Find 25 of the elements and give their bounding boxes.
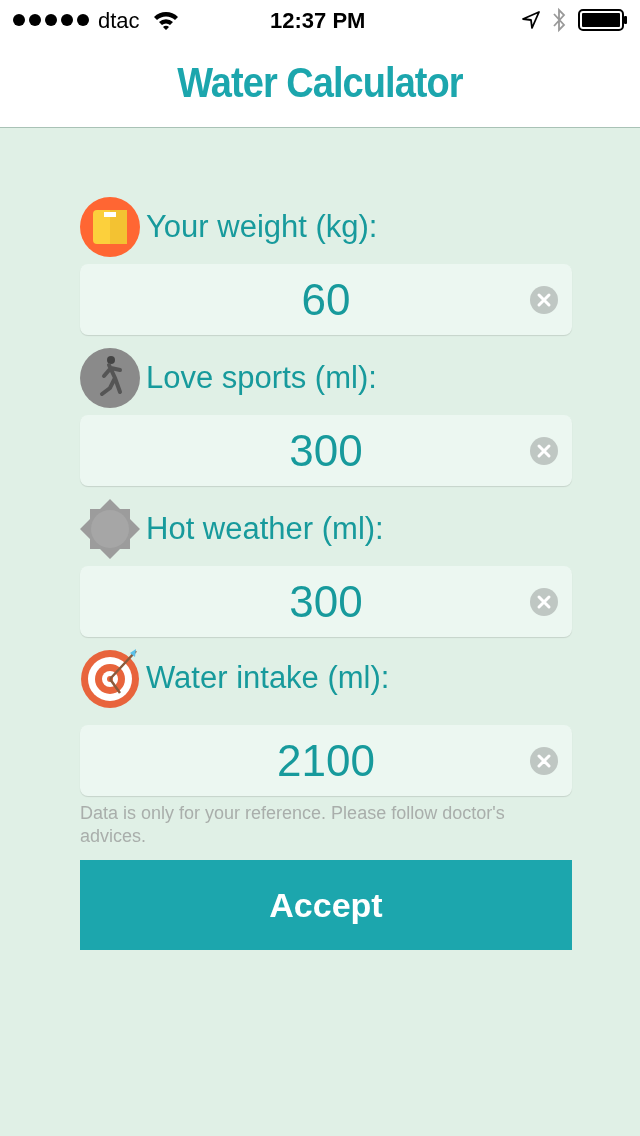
field-label: Love sports (ml): — [146, 358, 377, 397]
disclaimer-text: Data is only for your reference. Please follow doctor's advices. — [80, 802, 506, 848]
field-label: Water intake (ml): — [146, 658, 390, 697]
input-field[interactable]: 60 — [80, 264, 572, 335]
accept-button[interactable]: Accept — [80, 860, 572, 950]
scale-icon — [80, 197, 140, 257]
clock-time: 12:37 PM — [270, 6, 366, 35]
location-arrow-icon — [522, 11, 540, 29]
input-field[interactable]: 300 — [80, 566, 572, 637]
carrier-name: dtac — [98, 6, 140, 35]
screen-title: Water Calculator — [177, 58, 463, 109]
field-label: Hot weather (ml): — [146, 509, 384, 548]
sun-icon — [80, 499, 140, 559]
input-field[interactable]: 2100 — [80, 725, 572, 796]
target-icon — [80, 647, 140, 709]
signal-icon — [12, 13, 92, 27]
clear-icon[interactable] — [530, 437, 558, 465]
runner-icon — [80, 348, 140, 408]
clear-icon[interactable] — [530, 588, 558, 616]
clear-icon[interactable] — [530, 286, 558, 314]
field-label: Your weight (kg): — [146, 207, 378, 246]
bluetooth-icon — [552, 7, 566, 33]
battery-icon — [578, 9, 628, 31]
clear-icon[interactable] — [530, 747, 558, 775]
input-field[interactable]: 300 — [80, 415, 572, 486]
